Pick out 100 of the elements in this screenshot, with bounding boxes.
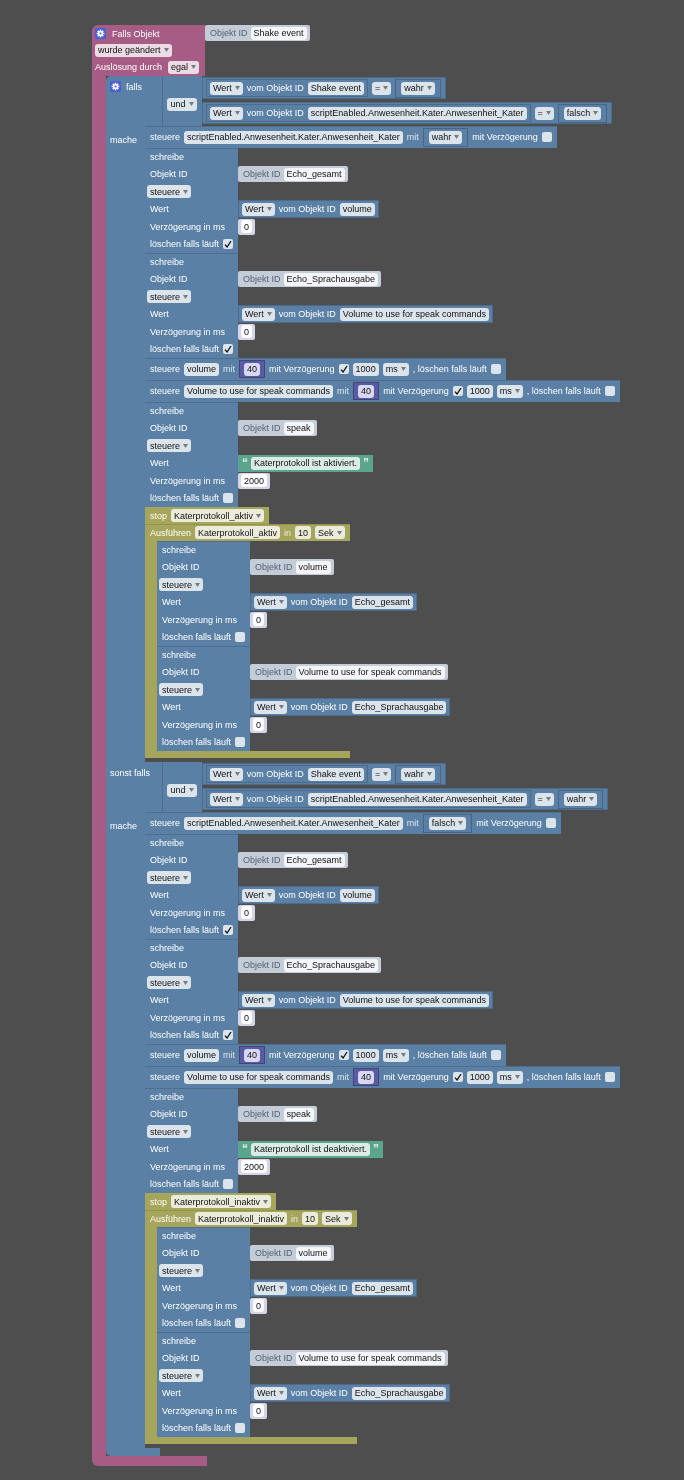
object-id-field[interactable]: Shake event bbox=[307, 81, 364, 95]
checkbox[interactable] bbox=[223, 1179, 234, 1190]
object-id-field[interactable]: Volume to use for speak commands bbox=[339, 993, 489, 1007]
source-dropdown[interactable]: egal bbox=[168, 60, 200, 74]
action-dropdown[interactable]: steuere bbox=[147, 439, 192, 453]
object-id-field[interactable]: Volume to use for speak commands bbox=[295, 1351, 445, 1365]
checkbox[interactable] bbox=[235, 1318, 246, 1329]
unit-dropdown[interactable]: Sek bbox=[315, 526, 345, 539]
comparator-dropdown[interactable]: = bbox=[534, 106, 554, 120]
object-id-field[interactable]: Echo_gesamt bbox=[351, 595, 413, 609]
mode-dropdown[interactable]: Wert bbox=[210, 106, 243, 120]
checkbox[interactable] bbox=[452, 1072, 463, 1082]
checkbox[interactable] bbox=[338, 364, 349, 374]
boolean-dropdown[interactable]: falsch bbox=[563, 106, 602, 120]
checkbox[interactable] bbox=[223, 1030, 234, 1041]
object-id-field[interactable]: Echo_Sprachausgabe bbox=[283, 958, 379, 972]
checkbox[interactable] bbox=[235, 632, 246, 643]
object-id-field[interactable]: volume bbox=[295, 1246, 331, 1260]
delay-field[interactable]: 1000 bbox=[352, 362, 379, 376]
number-field[interactable]: 40 bbox=[244, 362, 261, 376]
action-dropdown[interactable]: steuere bbox=[147, 871, 192, 885]
object-id-field[interactable]: Volume to use for speak commands bbox=[295, 665, 445, 679]
checkbox[interactable] bbox=[452, 386, 463, 396]
number-field[interactable]: 0 bbox=[253, 1299, 264, 1313]
object-id-field[interactable]: volume bbox=[295, 560, 331, 574]
logic-dropdown[interactable]: und bbox=[167, 783, 197, 797]
logic-dropdown[interactable]: und bbox=[167, 97, 197, 111]
object-id-field[interactable]: speak bbox=[283, 421, 314, 435]
comparator-dropdown[interactable]: = bbox=[534, 792, 554, 806]
number-field[interactable]: 40 bbox=[358, 1070, 375, 1084]
checkbox[interactable] bbox=[235, 1423, 246, 1434]
object-id-field[interactable]: Echo_Sprachausgabe bbox=[351, 700, 447, 714]
action-dropdown[interactable]: steuere bbox=[159, 578, 204, 592]
object-id-field[interactable]: volume bbox=[184, 362, 220, 376]
object-id-field[interactable]: volume bbox=[339, 888, 375, 902]
mode-dropdown[interactable]: Wert bbox=[242, 202, 275, 216]
number-field[interactable]: 0 bbox=[241, 906, 252, 920]
mode-dropdown[interactable]: Wert bbox=[254, 1281, 287, 1295]
number-field[interactable]: 40 bbox=[358, 384, 375, 398]
action-dropdown[interactable]: steuere bbox=[147, 290, 192, 304]
comparator-dropdown[interactable]: = bbox=[371, 81, 392, 95]
checkbox[interactable] bbox=[223, 344, 234, 355]
checkbox[interactable] bbox=[545, 818, 556, 828]
unit-dropdown[interactable]: ms bbox=[496, 384, 523, 398]
object-id-field[interactable]: volume bbox=[339, 202, 375, 216]
checkbox[interactable] bbox=[490, 364, 501, 374]
delay-field[interactable]: 1000 bbox=[466, 384, 493, 398]
mode-dropdown[interactable]: Wert bbox=[254, 1386, 287, 1400]
mode-dropdown[interactable]: Wert bbox=[210, 767, 243, 781]
unit-dropdown[interactable]: ms bbox=[382, 1048, 409, 1062]
number-field[interactable]: 0 bbox=[253, 613, 264, 627]
object-id-field[interactable]: Volume to use for speak commands bbox=[184, 1070, 334, 1084]
action-dropdown[interactable]: steuere bbox=[147, 185, 192, 199]
object-id-field[interactable]: Echo_gesamt bbox=[283, 167, 345, 181]
number-field[interactable]: 2000 bbox=[241, 1160, 268, 1174]
mode-dropdown[interactable]: Wert bbox=[242, 307, 275, 321]
number-field[interactable]: 2000 bbox=[241, 474, 268, 488]
object-id-field[interactable]: Echo_Sprachausgabe bbox=[351, 1386, 447, 1400]
mode-dropdown[interactable]: Wert bbox=[254, 700, 287, 714]
object-id-field[interactable]: Echo_Sprachausgabe bbox=[283, 272, 379, 286]
object-id-field[interactable]: scriptEnabled.Anwesenheit.Kater.Anwesenheit_Kater bbox=[184, 130, 403, 144]
comparator-dropdown[interactable]: = bbox=[371, 767, 392, 781]
checkbox[interactable] bbox=[223, 925, 234, 936]
gear-icon[interactable] bbox=[110, 81, 121, 92]
boolean-dropdown[interactable]: wahr bbox=[428, 130, 463, 144]
boolean-dropdown[interactable]: wahr bbox=[401, 81, 435, 95]
timer-name-field[interactable]: Katerprotokoll_aktiv bbox=[195, 526, 281, 539]
object-id-field[interactable]: scriptEnabled.Anwesenheit.Kater.Anwesenheit_Kater bbox=[184, 816, 403, 830]
timer-name-field[interactable]: Katerprotokoll_inaktiv bbox=[195, 1212, 288, 1225]
object-id-field[interactable]: Volume to use for speak commands bbox=[184, 384, 334, 398]
mode-dropdown[interactable]: Wert bbox=[210, 792, 243, 806]
object-id-field[interactable]: Shake event bbox=[307, 767, 364, 781]
boolean-dropdown[interactable]: wahr bbox=[401, 767, 435, 781]
number-field[interactable]: 0 bbox=[241, 325, 252, 339]
checkbox[interactable] bbox=[604, 1072, 615, 1082]
boolean-dropdown[interactable]: wahr bbox=[563, 792, 598, 806]
timer-dropdown[interactable]: Katerprotokoll_aktiv bbox=[171, 509, 265, 522]
interval-field[interactable]: 10 bbox=[302, 1212, 319, 1225]
interval-field[interactable]: 10 bbox=[295, 526, 312, 539]
checkbox[interactable] bbox=[490, 1050, 501, 1060]
object-id-field[interactable]: Shake event bbox=[250, 26, 307, 40]
number-field[interactable]: 0 bbox=[253, 718, 264, 732]
mode-dropdown[interactable]: Wert bbox=[210, 81, 243, 95]
checkbox[interactable] bbox=[541, 132, 552, 142]
number-field[interactable]: 0 bbox=[253, 1404, 264, 1418]
text-field[interactable]: Katerprotokoll ist aktiviert. bbox=[251, 456, 361, 470]
object-id-field[interactable]: Volume to use for speak commands bbox=[339, 307, 489, 321]
object-id-field[interactable]: Echo_gesamt bbox=[283, 853, 345, 867]
timer-dropdown[interactable]: Katerprotokoll_inaktiv bbox=[171, 1195, 272, 1208]
action-dropdown[interactable]: steuere bbox=[159, 683, 204, 697]
object-id-field[interactable]: speak bbox=[283, 1107, 314, 1121]
mode-dropdown[interactable]: Wert bbox=[254, 595, 287, 609]
action-dropdown[interactable]: steuere bbox=[147, 1125, 192, 1139]
mode-dropdown[interactable]: Wert bbox=[242, 993, 275, 1007]
gear-icon[interactable] bbox=[95, 28, 106, 39]
event-dropdown[interactable]: wurde geändert bbox=[95, 43, 172, 57]
action-dropdown[interactable]: steuere bbox=[159, 1264, 204, 1278]
unit-dropdown[interactable]: ms bbox=[496, 1070, 523, 1084]
unit-dropdown[interactable]: ms bbox=[382, 362, 409, 376]
unit-dropdown[interactable]: Sek bbox=[322, 1212, 352, 1225]
